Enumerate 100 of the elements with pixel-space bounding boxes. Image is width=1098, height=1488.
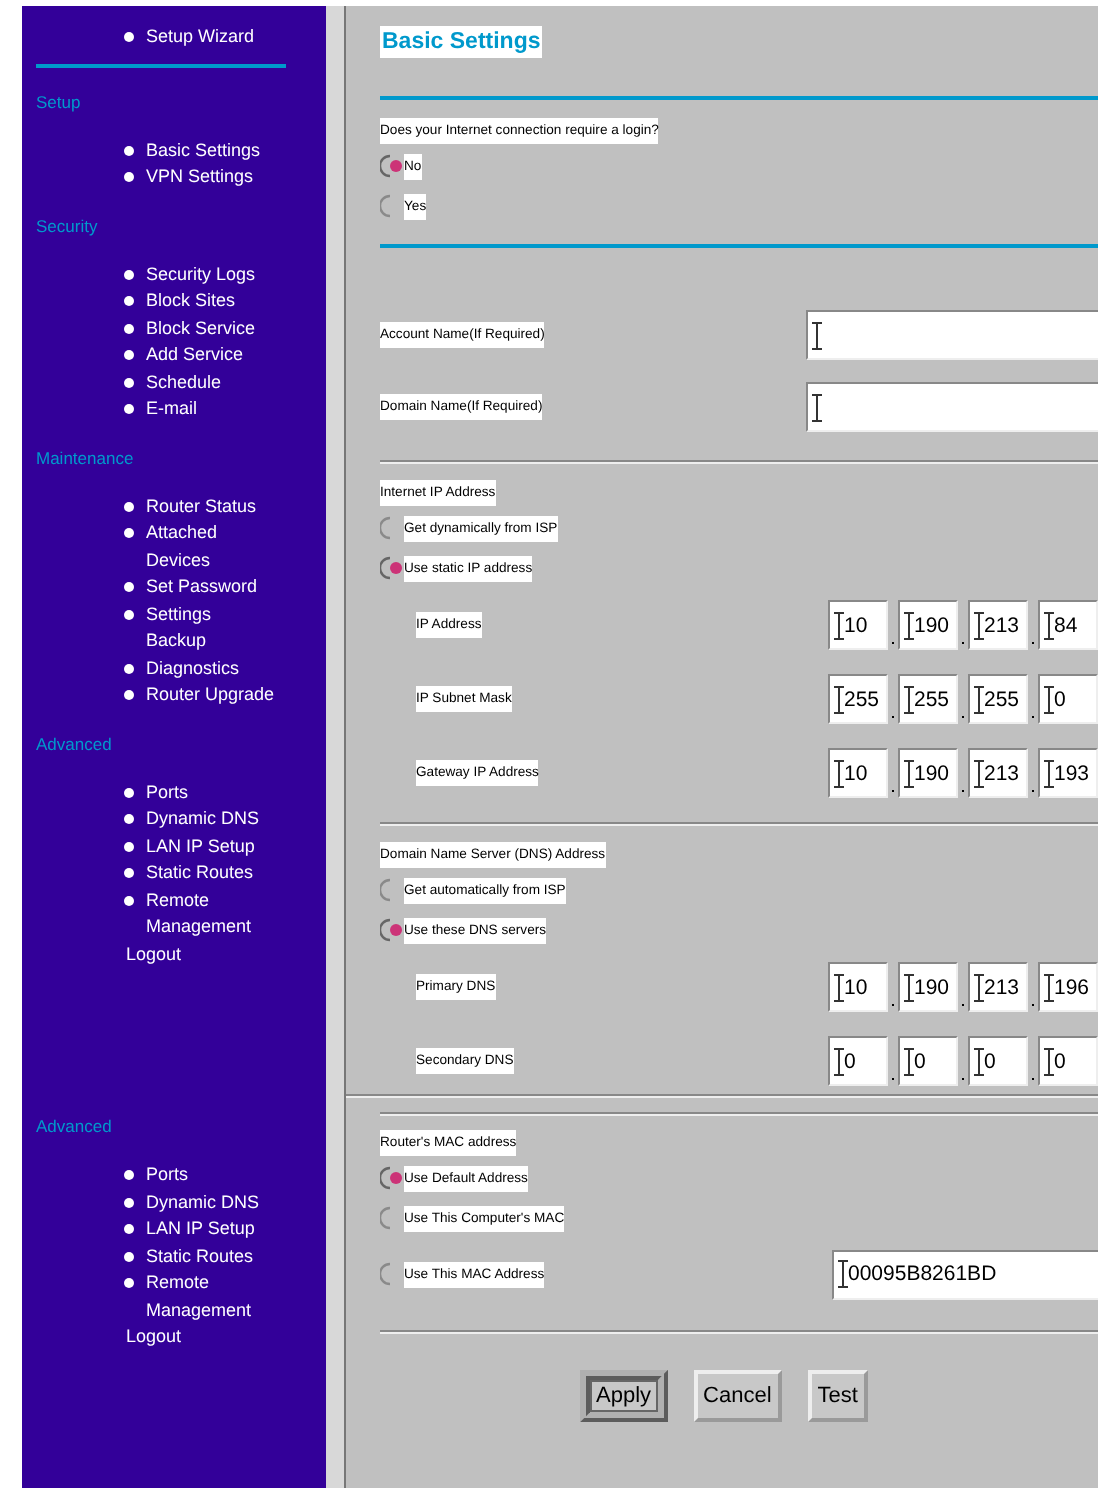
text-cursor-icon [904,611,914,639]
sidebar-link[interactable]: VPN Settings [146,164,254,191]
sidebar-link[interactable]: Block Service [146,315,256,342]
action-button[interactable]: Test [807,1370,868,1422]
text-cursor-icon [1044,685,1054,713]
octet-field[interactable]: 0 [898,1036,958,1086]
mac-address-field[interactable]: 00095B8261BD [832,1249,1098,1299]
section-heading: Advanced [36,1114,114,1140]
sidebar-link[interactable]: Remote Management [146,1270,252,1324]
octet-field[interactable]: 10 [828,962,888,1012]
sidebar-link[interactable]: Dynamic DNS [146,806,260,833]
bullet-icon [124,501,134,511]
text-cursor-icon [812,321,822,349]
bullet-icon [124,663,134,673]
sidebar-link[interactable]: Attached Devices [146,520,218,574]
text-cursor-icon [1044,1047,1054,1075]
octet-field[interactable]: 196 [1038,962,1098,1012]
text-cursor-icon [904,973,914,1001]
bullet-icon [124,528,134,538]
sidebar-link[interactable]: Block Sites [146,288,236,315]
sidebar-link[interactable]: Basic Settings [146,137,261,164]
logout-link[interactable]: Logout [126,941,182,968]
octet-field[interactable]: 0 [1038,1036,1098,1086]
text-cursor-icon [1044,759,1054,787]
sidebar-link[interactable]: Static Routes [146,860,254,887]
bullet-icon [124,1251,134,1261]
bullet-icon [124,841,134,851]
sidebar-link[interactable]: Set Password [146,574,258,601]
bullet-icon [124,323,134,333]
bullet-icon [124,296,134,306]
text-cursor-icon [904,759,914,787]
octet-field[interactable]: 213 [968,962,1028,1012]
bullet-icon [124,1170,134,1180]
octet-field[interactable]: 213 [968,600,1028,650]
sidebar-link[interactable]: Router Upgrade [146,682,275,709]
octet-field[interactable]: 84 [1038,600,1098,650]
radio-button[interactable] [380,556,404,580]
octet-field[interactable]: 255 [828,674,888,724]
action-button[interactable]: Apply [580,1370,668,1422]
octet-field[interactable]: 190 [898,600,958,650]
bullet-icon [124,895,134,905]
section-heading: Maintenance [36,445,136,471]
bullet-icon [124,172,134,182]
sidebar-link[interactable]: Static Routes [146,1243,254,1270]
sidebar-link[interactable]: Router Status [146,493,257,520]
sidebar-link[interactable]: Security Logs [146,261,256,288]
input-field[interactable] [806,382,1098,432]
sidebar-link[interactable]: Diagnostics [146,655,240,682]
text-cursor-icon [904,1047,914,1075]
sidebar-link[interactable]: Dynamic DNS [146,1189,260,1216]
text-cursor-icon [974,1047,984,1075]
section-heading: Security [36,213,100,239]
bullet-icon [124,609,134,619]
octet-field[interactable]: 193 [1038,748,1098,798]
octet-field[interactable]: 10 [828,600,888,650]
text-cursor-icon [904,685,914,713]
text-cursor-icon [812,393,822,421]
octet-field[interactable]: 10 [828,748,888,798]
sidebar-link[interactable]: Add Service [146,342,244,369]
section-heading: Advanced [36,731,114,757]
octet-field[interactable]: 0 [1038,674,1098,724]
bullet-icon [124,377,134,387]
octet-field[interactable]: 190 [898,748,958,798]
sidebar-link[interactable]: Settings Backup [146,601,212,655]
octet-field[interactable]: 0 [828,1036,888,1086]
bullet-icon [124,1197,134,1207]
octet-field[interactable]: 0 [968,1036,1028,1086]
octet-field[interactable]: 255 [968,674,1028,724]
text-cursor-icon [834,685,844,713]
section-heading: Setup [36,89,83,115]
page-title: Basic Settings [380,26,543,58]
radio-button[interactable] [380,918,404,942]
bullet-icon [124,868,134,878]
sidebar-link[interactable]: Setup Wizard [146,24,255,51]
input-field[interactable] [806,310,1098,360]
sidebar-link[interactable]: E-mail [146,396,198,423]
text-cursor-icon [834,611,844,639]
bullet-icon [124,1278,134,1288]
bullet-icon [124,787,134,797]
radio-button[interactable] [380,154,404,178]
text-cursor-icon [974,759,984,787]
sidebar-link[interactable]: Schedule [146,369,222,396]
text-cursor-icon [1044,973,1054,1001]
bullet-icon [124,690,134,700]
logout-link[interactable]: Logout [126,1324,182,1351]
sidebar-link[interactable]: Remote Management [146,887,252,941]
octet-field[interactable]: 213 [968,748,1028,798]
octet-field[interactable]: 190 [898,962,958,1012]
text-cursor-icon [974,611,984,639]
sidebar-link[interactable]: LAN IP Setup [146,1216,255,1243]
text-cursor-icon [838,1260,848,1288]
text-cursor-icon [974,685,984,713]
action-button[interactable]: Cancel [693,1370,782,1422]
octet-field[interactable]: 255 [898,674,958,724]
radio-button[interactable] [380,1166,404,1190]
sidebar-link[interactable]: Ports [146,1162,189,1189]
sidebar-link[interactable]: Ports [146,779,189,806]
sidebar-link[interactable]: LAN IP Setup [146,833,255,860]
text-cursor-icon [834,759,844,787]
text-cursor-icon [834,1047,844,1075]
